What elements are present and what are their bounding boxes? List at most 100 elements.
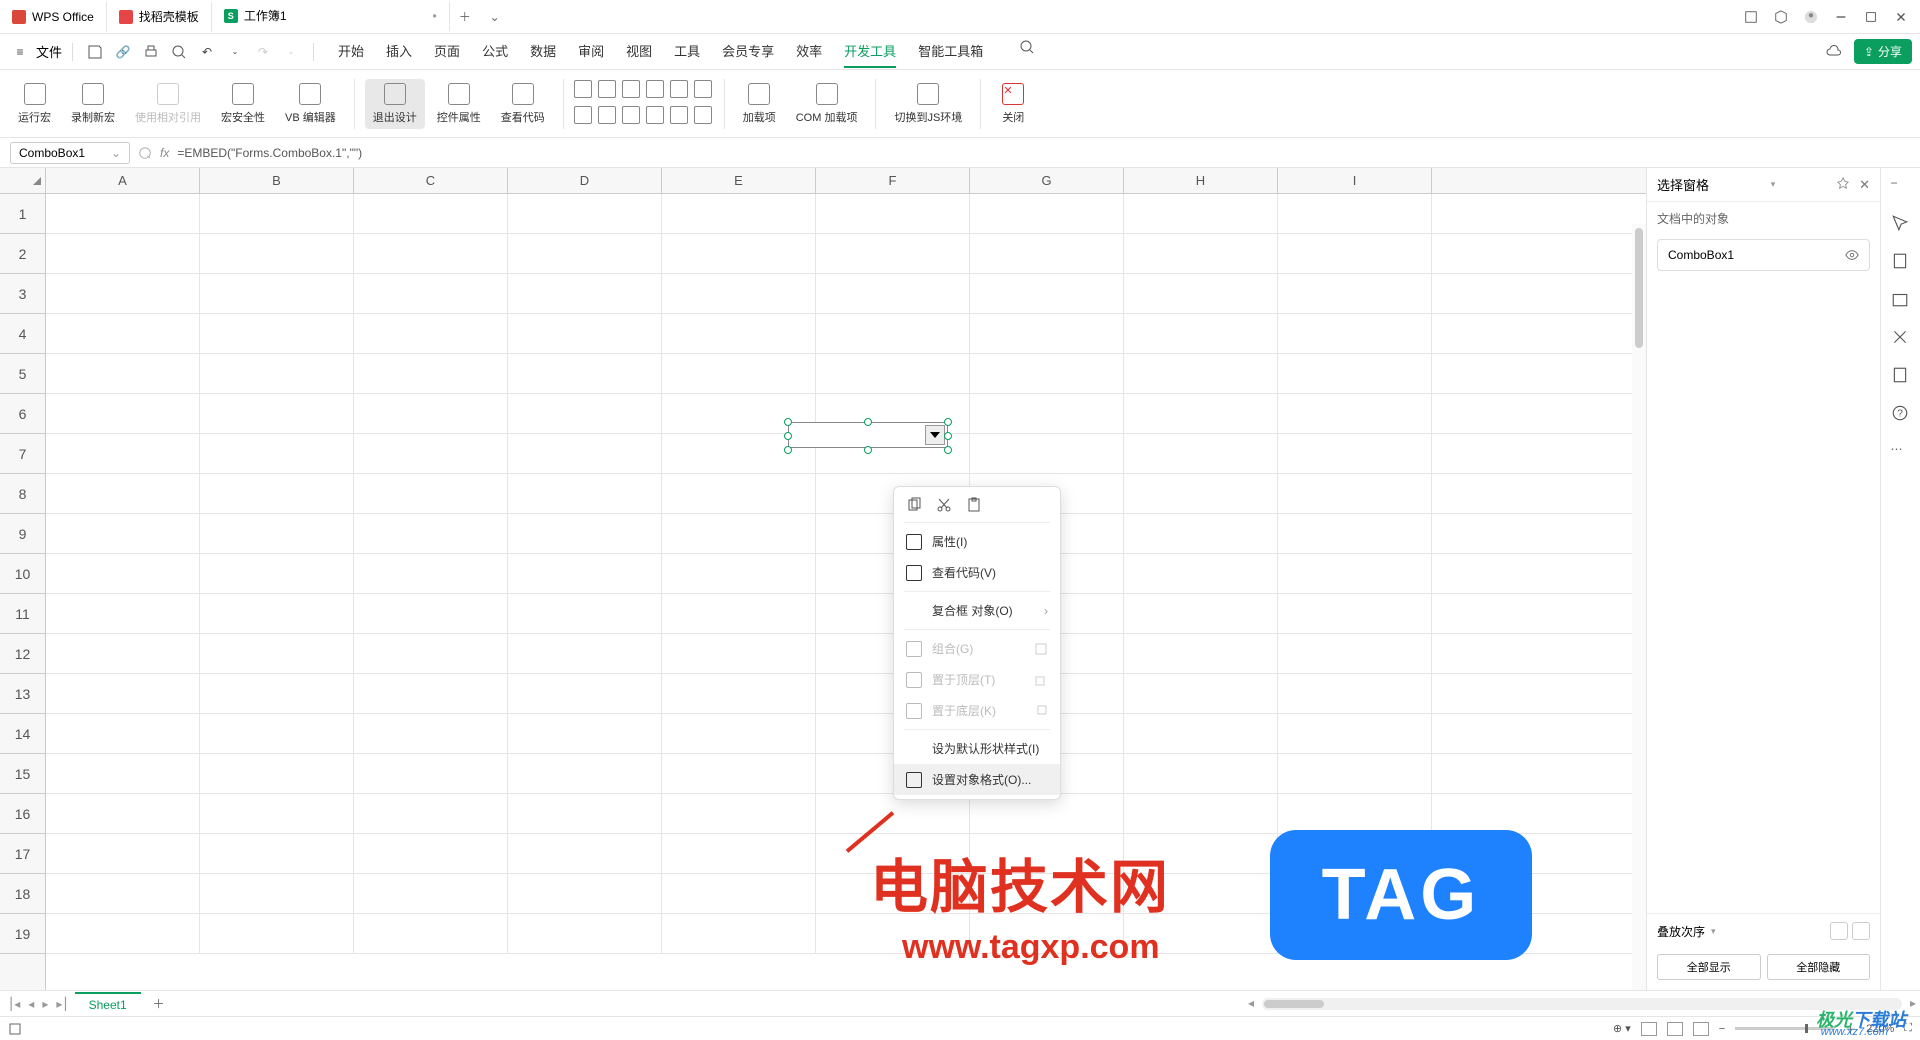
control-icon[interactable] (598, 80, 616, 98)
control-icon[interactable] (646, 106, 664, 124)
help-icon[interactable]: ? (1891, 404, 1911, 424)
move-down-button[interactable] (1852, 922, 1870, 940)
select-icon[interactable] (1891, 214, 1911, 234)
last-sheet-button[interactable]: ▸⎮ (54, 997, 70, 1011)
avatar-icon[interactable] (1804, 10, 1818, 24)
vertical-scrollbar[interactable] (1632, 224, 1646, 990)
com-addins-button[interactable]: COM 加载项 (788, 79, 866, 129)
tab-start[interactable]: 开始 (338, 35, 364, 68)
selection-handle[interactable] (864, 446, 872, 454)
scrollbar-thumb[interactable] (1635, 228, 1643, 348)
show-all-button[interactable]: 全部显示 (1657, 954, 1761, 980)
print-icon[interactable] (139, 40, 163, 64)
ready-icon[interactable] (8, 1022, 22, 1036)
paste-icon[interactable] (966, 497, 982, 513)
row-header[interactable]: 5 (0, 354, 45, 394)
close-button[interactable]: ✕关闭 (991, 79, 1035, 129)
tab-wps-office[interactable]: WPS Office (0, 2, 107, 32)
tab-developer[interactable]: 开发工具 (844, 35, 896, 68)
prev-sheet-button[interactable]: ◂ (26, 997, 36, 1011)
pin-icon[interactable] (1837, 177, 1849, 193)
menu-view-code[interactable]: 查看代码(V) (894, 557, 1060, 588)
formula-input[interactable]: =EMBED("Forms.ComboBox.1","") (177, 142, 1590, 164)
tab-tools[interactable]: 工具 (674, 35, 700, 68)
view-normal-button[interactable] (1641, 1022, 1657, 1036)
horizontal-scrollbar[interactable]: ◂ ▸ (1262, 998, 1902, 1010)
control-icon[interactable] (694, 80, 712, 98)
cut-icon[interactable] (936, 497, 952, 513)
eye-icon[interactable] (1845, 248, 1859, 262)
selection-handle[interactable] (784, 446, 792, 454)
hamburger-icon[interactable]: ≡ (8, 40, 32, 64)
collapse-rail-icon[interactable]: − (1891, 176, 1911, 196)
row-header[interactable]: 7 (0, 434, 45, 474)
target-icon[interactable]: ⊕ ▾ (1613, 1022, 1631, 1035)
control-icon[interactable] (574, 106, 592, 124)
control-props-button[interactable]: 控件属性 (429, 79, 489, 129)
fx-label[interactable]: fx (160, 146, 169, 160)
sheet-tab[interactable]: Sheet1 (75, 992, 141, 1016)
col-header[interactable]: H (1124, 168, 1278, 193)
row-header[interactable]: 12 (0, 634, 45, 674)
chevron-down-icon[interactable]: ⌄ (111, 146, 121, 160)
more-icon[interactable]: ⋯ (1891, 442, 1911, 462)
settings-icon[interactable] (1891, 328, 1911, 348)
tab-member[interactable]: 会员专享 (722, 35, 774, 68)
exit-design-button[interactable]: 退出设计 (365, 79, 425, 129)
row-header[interactable]: 9 (0, 514, 45, 554)
tab-review[interactable]: 审阅 (578, 35, 604, 68)
row-header[interactable]: 2 (0, 234, 45, 274)
menu-compound-object[interactable]: 复合框 对象(O) › (894, 595, 1060, 626)
tab-smart[interactable]: 智能工具箱 (918, 35, 983, 68)
tab-formula[interactable]: 公式 (482, 35, 508, 68)
vb-editor-button[interactable]: VB 编辑器 (277, 79, 344, 129)
fullscreen-icon[interactable]: ⛶ (1904, 1022, 1912, 1035)
run-macro-button[interactable]: 运行宏 (10, 79, 59, 129)
control-icon[interactable] (670, 106, 688, 124)
name-box[interactable]: ComboBox1 ⌄ (10, 142, 130, 164)
tab-efficiency[interactable]: 效率 (796, 35, 822, 68)
row-header[interactable]: 1 (0, 194, 45, 234)
hide-all-button[interactable]: 全部隐藏 (1767, 954, 1871, 980)
minimize-icon[interactable] (1834, 10, 1848, 24)
control-icon[interactable] (622, 80, 640, 98)
file-menu[interactable]: 文件 (36, 42, 62, 61)
menu-properties[interactable]: 属性(I) (894, 526, 1060, 557)
share-button[interactable]: ⇪ 分享 (1854, 39, 1912, 64)
selection-handle[interactable] (944, 446, 952, 454)
menu-default-style[interactable]: 设为默认形状样式(I) (894, 733, 1060, 764)
backup-icon[interactable] (1891, 290, 1911, 310)
row-header[interactable]: 17 (0, 834, 45, 874)
search-icon[interactable] (1015, 35, 1039, 59)
control-icon[interactable] (670, 80, 688, 98)
col-header[interactable]: E (662, 168, 816, 193)
cell-grid[interactable] (46, 194, 1646, 990)
selection-handle[interactable] (944, 418, 952, 426)
cube-icon[interactable] (1774, 10, 1788, 24)
col-header[interactable]: I (1278, 168, 1432, 193)
clipboard-icon[interactable] (1891, 252, 1911, 272)
tab-view[interactable]: 视图 (626, 35, 652, 68)
move-up-button[interactable] (1830, 922, 1848, 940)
save-icon[interactable] (83, 40, 107, 64)
addins-button[interactable]: 加载项 (735, 79, 784, 129)
app-menu-icon[interactable] (1744, 10, 1758, 24)
col-header[interactable]: C (354, 168, 508, 193)
first-sheet-button[interactable]: ⎮◂ (6, 997, 22, 1011)
cloud-icon[interactable] (1826, 44, 1842, 60)
close-icon[interactable] (1894, 10, 1908, 24)
view-pagebreak-button[interactable] (1693, 1022, 1709, 1036)
col-header[interactable]: B (200, 168, 354, 193)
control-icon[interactable] (622, 106, 640, 124)
controls-palette[interactable] (574, 80, 714, 128)
row-header[interactable]: 13 (0, 674, 45, 714)
preview-icon[interactable] (167, 40, 191, 64)
undo-dropdown-icon[interactable]: ⌄ (223, 40, 247, 64)
tab-data[interactable]: 数据 (530, 35, 556, 68)
col-header[interactable]: F (816, 168, 970, 193)
redo-icon[interactable]: ↷ (251, 40, 275, 64)
col-header[interactable]: G (970, 168, 1124, 193)
view-layout-button[interactable] (1667, 1022, 1683, 1036)
control-icon[interactable] (598, 106, 616, 124)
zoom-in-button[interactable]: ＋ (1845, 1021, 1856, 1037)
